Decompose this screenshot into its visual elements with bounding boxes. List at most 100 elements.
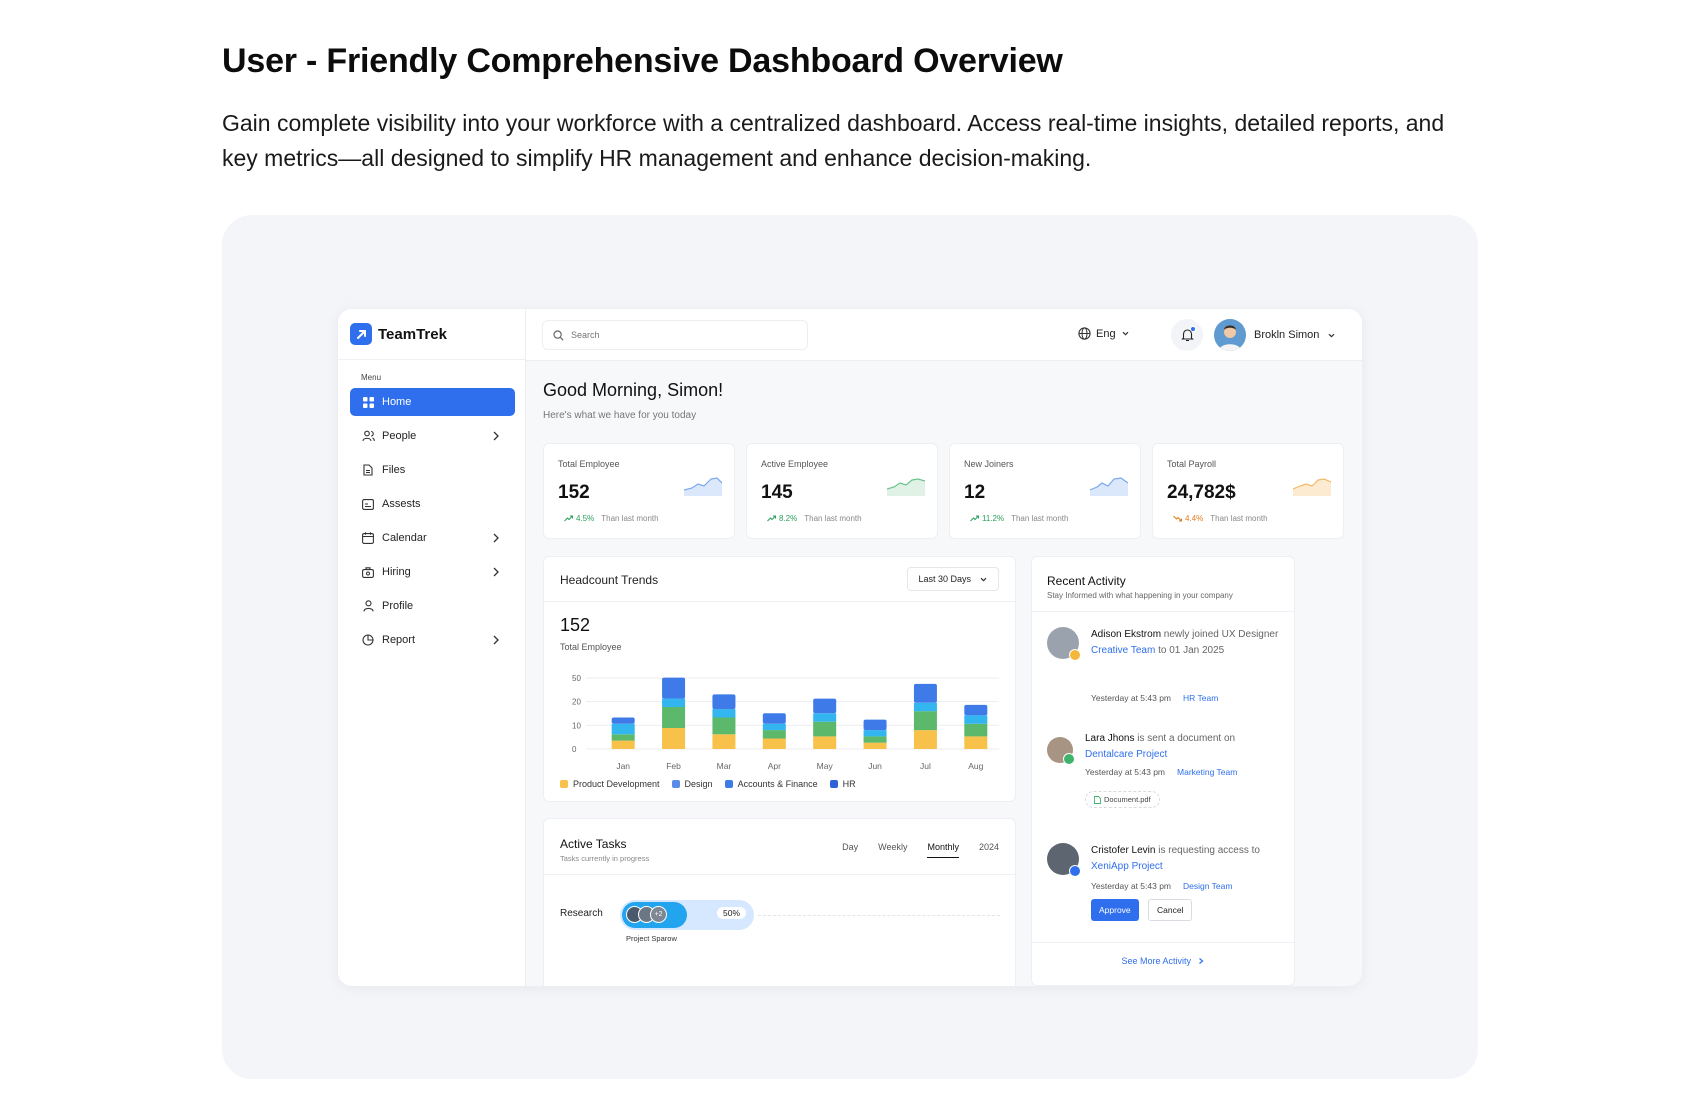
- bar-segment[interactable]: [712, 694, 736, 710]
- bar-segment[interactable]: [863, 719, 887, 731]
- sidebar-item-label: Home: [382, 396, 412, 408]
- activity-team[interactable]: Marketing Team: [1177, 767, 1237, 777]
- card-title: Recent Activity: [1047, 574, 1126, 588]
- activity-actor: Lara Jhons: [1085, 733, 1135, 744]
- notification-button[interactable]: [1171, 319, 1203, 351]
- file-icon: [1094, 795, 1101, 804]
- bar-segment[interactable]: [964, 704, 988, 716]
- sidebar-item-calendar[interactable]: Calendar: [350, 524, 515, 552]
- language-selector[interactable]: Eng: [1078, 327, 1130, 340]
- bar-segment[interactable]: [662, 728, 686, 749]
- stat-delta-value: 4.5%: [576, 514, 595, 523]
- stat-delta-value: 8.2%: [779, 514, 798, 523]
- activity-text-part: newly joined UX Designer: [1161, 629, 1279, 640]
- search-icon: [553, 329, 564, 341]
- y-tick-label: 0: [572, 745, 577, 754]
- sparkline-icon: [1293, 478, 1331, 496]
- trend-down-icon: [1173, 515, 1182, 522]
- sidebar-item-label: Report: [382, 634, 416, 646]
- sidebar: TeamTrek Menu Home People Files Assests …: [338, 309, 526, 986]
- bar-segment[interactable]: [611, 740, 635, 749]
- bar-segment[interactable]: [813, 736, 837, 749]
- sidebar-item-files[interactable]: Files: [350, 456, 515, 484]
- document-chip[interactable]: Document.pdf: [1085, 791, 1160, 808]
- legend-swatch: [671, 780, 680, 788]
- brand[interactable]: TeamTrek: [350, 323, 447, 345]
- y-tick-label: 20: [572, 698, 581, 707]
- headcount-bar-chart: 0 10 20 50 Jan Feb Mar Apr May Jun Jul Aug: [572, 674, 999, 771]
- activity-link[interactable]: XeniApp Project: [1091, 861, 1163, 872]
- bar-segment[interactable]: [863, 736, 887, 743]
- bar-segment[interactable]: [662, 698, 686, 707]
- period-tabs: Day Weekly Monthly 2024: [842, 842, 999, 858]
- sidebar-item-assests[interactable]: Assests: [350, 490, 515, 518]
- activity-text-part: is requesting access to: [1155, 845, 1260, 856]
- user-name: Brokln Simon: [1254, 329, 1320, 341]
- activity-team[interactable]: Design Team: [1183, 881, 1232, 891]
- bar-segment[interactable]: [913, 702, 937, 712]
- headcount-subtitle: Total Employee: [560, 642, 622, 652]
- activity-team[interactable]: HR Team: [1183, 693, 1218, 703]
- bar-segment[interactable]: [964, 736, 988, 749]
- activity-meta: Yesterday at 5:43 pm Design Team: [1091, 881, 1232, 891]
- sidebar-item-label: Profile: [382, 600, 414, 612]
- bar-segment[interactable]: [611, 734, 635, 741]
- sidebar-item-label: Calendar: [382, 532, 427, 544]
- bar-segment[interactable]: [863, 730, 887, 737]
- tab-day[interactable]: Day: [842, 842, 858, 858]
- bar-segment[interactable]: [611, 723, 635, 735]
- cancel-button[interactable]: Cancel: [1148, 899, 1193, 921]
- sidebar-item-people[interactable]: People: [350, 422, 515, 450]
- tab-monthly[interactable]: Monthly: [927, 842, 959, 858]
- stat-delta-note: Than last month: [1210, 514, 1268, 523]
- bar-segment[interactable]: [813, 698, 837, 714]
- tab-weekly[interactable]: Weekly: [878, 842, 907, 858]
- bar-segment[interactable]: [611, 717, 635, 724]
- bar-segment[interactable]: [762, 723, 786, 731]
- activity-link[interactable]: Creative Team: [1091, 645, 1155, 656]
- divider: [544, 874, 1015, 875]
- activity-text: Adison Ekstrom newly joined UX Designer …: [1091, 627, 1281, 659]
- bar-segment[interactable]: [964, 723, 988, 737]
- chevron-right-icon: [493, 533, 499, 543]
- sidebar-item-label: Files: [382, 464, 406, 476]
- tab-2024[interactable]: 2024: [979, 842, 999, 858]
- bar-segment[interactable]: [762, 738, 786, 750]
- search-input[interactable]: [571, 330, 771, 340]
- sidebar-item-hiring[interactable]: Hiring: [350, 558, 515, 586]
- bar-segment[interactable]: [762, 730, 786, 739]
- legend-item: Design: [671, 779, 713, 789]
- bar-segment[interactable]: [913, 730, 937, 749]
- bar-segment[interactable]: [913, 711, 937, 731]
- user-menu[interactable]: Brokln Simon: [1214, 319, 1336, 351]
- chevron-down-icon: [1122, 331, 1129, 336]
- document-name: Document.pdf: [1104, 795, 1151, 804]
- bar-segment[interactable]: [762, 713, 786, 724]
- avatar: [1214, 319, 1246, 351]
- bar-segment[interactable]: [712, 734, 736, 749]
- asset-icon: [361, 497, 375, 511]
- x-tick-label: Jun: [868, 761, 882, 771]
- bar-segment[interactable]: [712, 709, 736, 718]
- bar-segment[interactable]: [662, 677, 686, 699]
- sidebar-item-label: People: [382, 430, 417, 442]
- bar-segment[interactable]: [662, 707, 686, 728]
- search-box[interactable]: [542, 320, 808, 350]
- date-range-dropdown[interactable]: Last 30 Days: [907, 567, 999, 591]
- bar-segment[interactable]: [964, 715, 988, 724]
- sparkline-icon: [887, 478, 925, 496]
- sidebar-item-home[interactable]: Home: [350, 388, 515, 416]
- see-more-activity-link[interactable]: See More Activity: [1032, 956, 1294, 966]
- activity-link[interactable]: Dentalcare Project: [1085, 749, 1167, 760]
- bar-segment[interactable]: [813, 721, 837, 737]
- divider: [544, 601, 1015, 602]
- sidebar-item-profile[interactable]: Profile: [350, 592, 515, 620]
- bar-segment[interactable]: [863, 742, 887, 749]
- sidebar-item-report[interactable]: Report: [350, 626, 515, 654]
- bar-segment[interactable]: [813, 713, 837, 722]
- chevron-right-icon: [493, 431, 499, 441]
- bar-segment[interactable]: [712, 717, 736, 735]
- date-range-label: Last 30 Days: [918, 574, 971, 584]
- approve-button[interactable]: Approve: [1091, 899, 1139, 921]
- bar-segment[interactable]: [913, 683, 937, 703]
